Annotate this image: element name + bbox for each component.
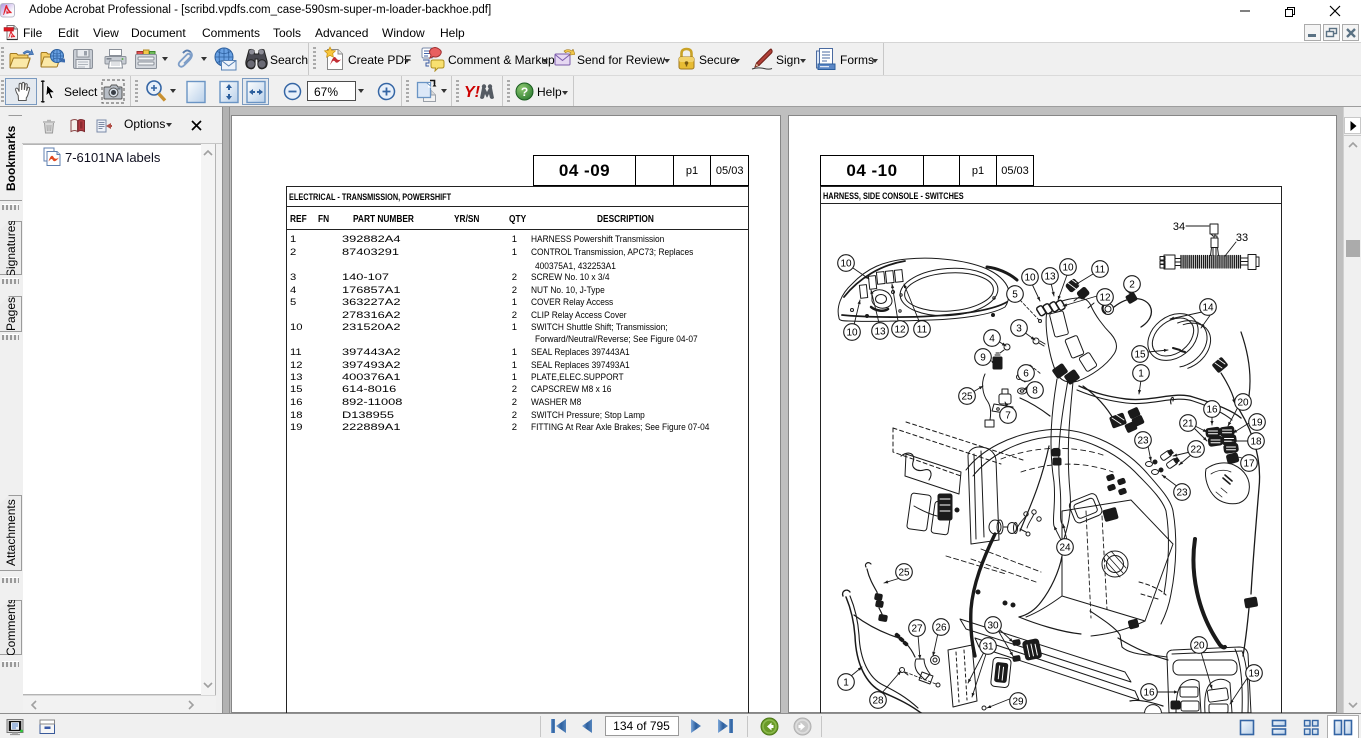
svg-text:11: 11 (917, 325, 928, 336)
svg-text:1: 1 (1138, 369, 1144, 380)
svg-text:13: 13 (874, 327, 886, 338)
svg-text:12: 12 (894, 325, 906, 336)
svg-text:?: ? (521, 85, 528, 99)
svg-text:33: 33 (1236, 232, 1248, 244)
svg-text:Y!: Y! (464, 84, 481, 101)
svg-text:1: 1 (843, 678, 849, 689)
svg-text:12: 12 (1099, 293, 1111, 304)
svg-text:10: 10 (840, 259, 852, 270)
svg-text:14: 14 (1202, 303, 1214, 314)
svg-text:15: 15 (1134, 350, 1146, 361)
svg-text:25: 25 (898, 568, 910, 579)
svg-text:34: 34 (1173, 221, 1185, 233)
svg-text:25: 25 (961, 392, 973, 403)
svg-text:5: 5 (1012, 290, 1018, 301)
svg-text:19: 19 (1251, 418, 1263, 429)
svg-text:9: 9 (980, 353, 986, 364)
svg-text:18: 18 (1250, 437, 1262, 448)
svg-text:21: 21 (1182, 419, 1194, 430)
svg-text:23: 23 (1137, 436, 1149, 447)
svg-text:30: 30 (987, 621, 999, 632)
svg-text:17: 17 (1243, 459, 1255, 470)
svg-text:7: 7 (1005, 411, 1011, 422)
svg-text:26: 26 (935, 623, 947, 634)
svg-text:13: 13 (1044, 272, 1056, 283)
svg-text:10: 10 (1024, 273, 1036, 284)
svg-text:20: 20 (1193, 641, 1205, 652)
svg-text:27: 27 (911, 624, 923, 635)
svg-text:10: 10 (1062, 263, 1074, 274)
svg-text:29: 29 (1012, 697, 1024, 708)
svg-text:16: 16 (1143, 688, 1155, 699)
svg-text:22: 22 (1190, 445, 1202, 456)
svg-text:11: 11 (1095, 265, 1106, 276)
svg-text:19: 19 (1248, 669, 1260, 680)
svg-text:31: 31 (982, 642, 994, 653)
svg-text:28: 28 (872, 696, 884, 707)
svg-text:20: 20 (1237, 398, 1249, 409)
svg-text:16: 16 (1206, 405, 1218, 416)
svg-text:6: 6 (1023, 369, 1029, 380)
svg-text:8: 8 (1032, 386, 1038, 397)
svg-text:2: 2 (1129, 280, 1135, 291)
svg-text:4: 4 (989, 334, 995, 345)
svg-text:10: 10 (846, 328, 858, 339)
svg-text:23: 23 (1176, 488, 1188, 499)
svg-text:24: 24 (1059, 543, 1071, 554)
svg-text:3: 3 (1016, 324, 1022, 335)
